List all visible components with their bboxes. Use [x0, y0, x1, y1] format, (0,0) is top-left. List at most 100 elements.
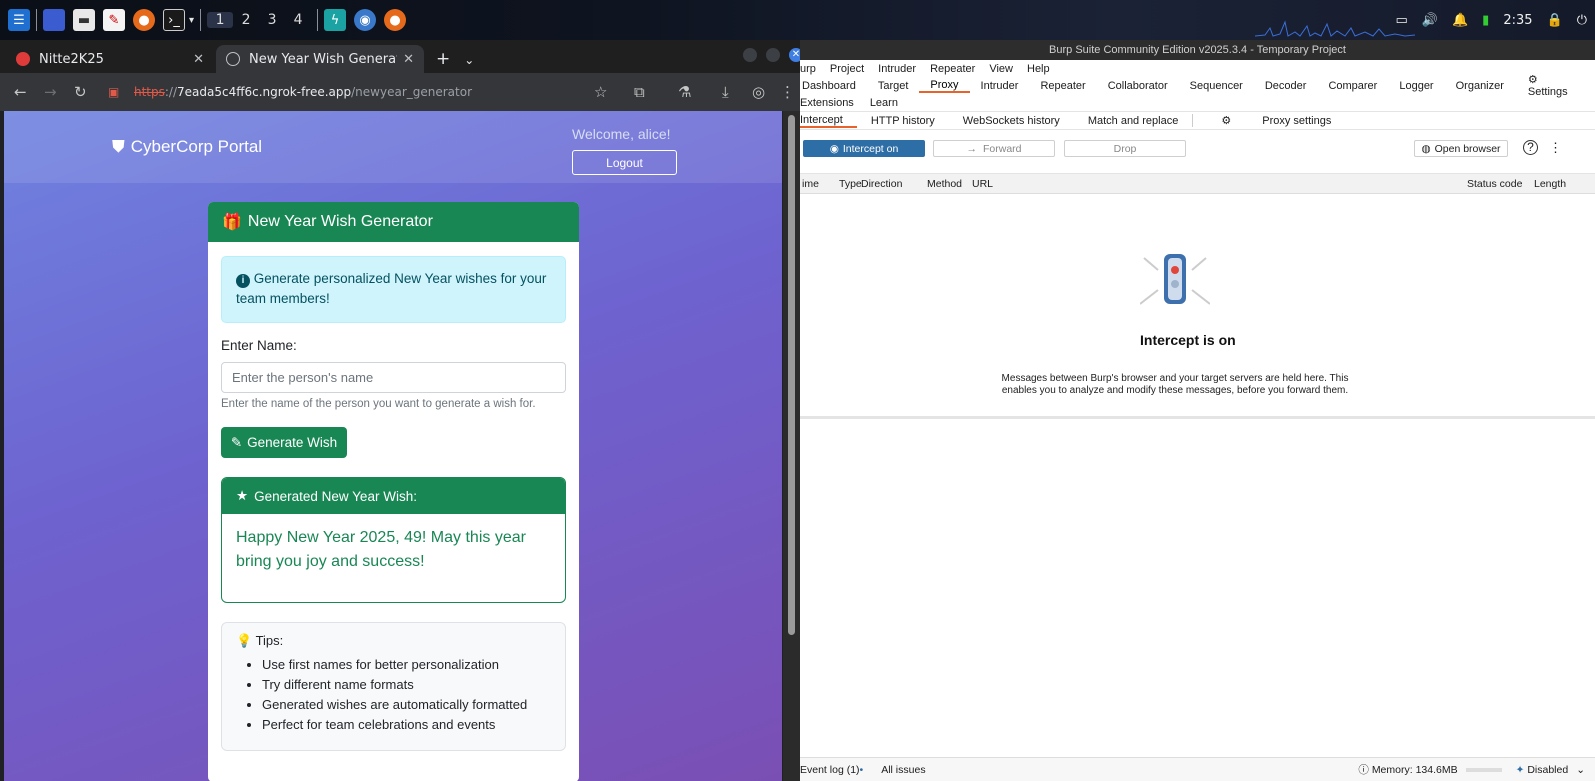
- col-type[interactable]: Type: [839, 178, 862, 190]
- help-icon[interactable]: ?: [1523, 140, 1538, 155]
- name-input[interactable]: [221, 362, 566, 393]
- col-url[interactable]: URL: [972, 178, 993, 190]
- list-item: Generated wishes are automatically forma…: [262, 695, 551, 715]
- forward-icon[interactable]: →: [44, 83, 57, 101]
- menu-burp[interactable]: urp: [800, 63, 816, 75]
- minimize-button[interactable]: [743, 48, 757, 62]
- tab-proxy[interactable]: Proxy: [919, 79, 970, 93]
- reload-icon[interactable]: ↻: [74, 83, 87, 101]
- back-icon[interactable]: ←: [14, 83, 27, 101]
- workspace-3[interactable]: 3: [259, 12, 285, 28]
- burp-app-icon[interactable]: ϟ: [324, 9, 347, 31]
- chevron-down-icon[interactable]: ⌄: [1576, 764, 1585, 776]
- tab-collaborator[interactable]: Collaborator: [1097, 80, 1179, 92]
- logout-button[interactable]: Logout: [572, 150, 677, 175]
- tab-decoder[interactable]: Decoder: [1254, 80, 1318, 92]
- display-icon[interactable]: ▭: [1395, 13, 1407, 28]
- tab-sequencer[interactable]: Sequencer: [1179, 80, 1254, 92]
- tab-intruder[interactable]: Intruder: [970, 80, 1030, 92]
- tab-repeater[interactable]: Repeater: [1029, 80, 1096, 92]
- bell-icon[interactable]: 🔔: [1452, 13, 1468, 28]
- terminal-icon[interactable]: ›_: [163, 9, 185, 31]
- text-editor-icon[interactable]: ✎: [103, 9, 125, 31]
- open-browser-button[interactable]: ◍ Open browser: [1414, 140, 1508, 157]
- battery-icon[interactable]: ▮: [1482, 13, 1489, 28]
- clock[interactable]: 2:35: [1503, 13, 1532, 28]
- tab-newyear-wish[interactable]: New Year Wish Generator ✕: [216, 45, 424, 73]
- address-bar: ← → ↻ ▣ https://7eada5c4ff6c.ngrok-free.…: [0, 73, 800, 111]
- download-icon[interactable]: ⤓: [722, 83, 729, 101]
- workspace-1[interactable]: 1: [207, 12, 234, 28]
- more-options-icon[interactable]: ⋮: [1549, 140, 1562, 156]
- subtab-proxy-settings[interactable]: ⚙ Proxy settings: [1192, 114, 1359, 127]
- tab-nitte2k25[interactable]: Nitte2K25 ✕: [6, 45, 214, 73]
- tab-logger[interactable]: Logger: [1388, 80, 1444, 92]
- subtab-websockets-history[interactable]: WebSockets history: [949, 115, 1074, 127]
- kali-menu-icon[interactable]: ☰: [8, 9, 30, 31]
- drop-button[interactable]: Drop: [1064, 140, 1186, 157]
- chromium-icon[interactable]: ◉: [354, 9, 377, 31]
- menu-repeater[interactable]: Repeater: [930, 63, 975, 75]
- col-length[interactable]: Length: [1534, 178, 1566, 190]
- volume-icon[interactable]: 🔊: [1422, 13, 1438, 28]
- tab-organizer[interactable]: Organizer: [1445, 80, 1515, 92]
- subtab-http-history[interactable]: HTTP history: [857, 115, 949, 127]
- tab-dashboard[interactable]: Dashboard: [800, 80, 867, 92]
- menu-project[interactable]: Project: [830, 63, 864, 75]
- taskbar-separator: [200, 9, 202, 31]
- col-direction[interactable]: Direction: [861, 178, 902, 190]
- tab-extensions[interactable]: Extensions: [800, 97, 854, 109]
- name-label: Enter Name:: [221, 338, 297, 353]
- desktop-icon[interactable]: [43, 9, 65, 31]
- file-manager-icon[interactable]: ▬: [73, 9, 95, 31]
- workspace-2[interactable]: 2: [233, 12, 259, 28]
- tab-search-icon[interactable]: ⌄: [464, 53, 474, 67]
- page-scrollbar[interactable]: [783, 111, 800, 781]
- workspace-4[interactable]: 4: [285, 12, 311, 28]
- new-tab-icon[interactable]: +: [436, 49, 450, 69]
- close-tab-icon[interactable]: ✕: [403, 52, 414, 67]
- brand[interactable]: ⛊ CyberCorp Portal: [112, 137, 262, 157]
- power-icon[interactable]: ⏻: [1577, 13, 1587, 28]
- tab-learn[interactable]: Learn: [870, 97, 898, 109]
- chevron-down-icon[interactable]: ▾: [189, 15, 194, 26]
- event-log-link[interactable]: Event log (1)•: [800, 764, 863, 776]
- ai-status[interactable]: ✦ Disabled: [1516, 764, 1569, 776]
- firefox-icon[interactable]: ●: [133, 9, 155, 31]
- taskbar-separator: [36, 9, 37, 31]
- subtab-intercept[interactable]: Intercept: [800, 114, 857, 128]
- menu-view[interactable]: View: [989, 63, 1013, 75]
- menu-kebab-icon[interactable]: ⋮: [780, 83, 795, 101]
- intercept-toggle-button[interactable]: ◉ Intercept on: [803, 140, 925, 157]
- generate-wish-button[interactable]: ✎ Generate Wish: [221, 427, 347, 458]
- name-help-text: Enter the name of the person you want to…: [221, 398, 536, 410]
- menu-intruder[interactable]: Intruder: [878, 63, 916, 75]
- forward-button[interactable]: → Forward: [933, 140, 1055, 157]
- burp-title-bar: Burp Suite Community Edition v2025.3.4 -…: [800, 40, 1595, 60]
- result-text: Happy New Year 2025, 49! May this year b…: [236, 529, 526, 570]
- col-status-code[interactable]: Status code: [1467, 178, 1522, 190]
- close-tab-icon[interactable]: ✕: [193, 52, 204, 67]
- menu-help[interactable]: Help: [1027, 63, 1050, 75]
- bookmark-star-icon[interactable]: ☆: [594, 83, 607, 101]
- maximize-button[interactable]: [766, 48, 780, 62]
- globe-icon: [226, 52, 240, 66]
- settings-label: Settings: [1527, 86, 1568, 98]
- col-time[interactable]: ime: [802, 178, 819, 190]
- lock-icon[interactable]: 🔒: [1547, 13, 1563, 28]
- not-secure-icon[interactable]: ▣: [108, 85, 119, 99]
- firefox-icon[interactable]: ●: [384, 9, 407, 31]
- extensions-icon[interactable]: ⧉: [634, 83, 645, 101]
- url-field[interactable]: https://7eada5c4ff6c.ngrok-free.app/newy…: [134, 79, 654, 105]
- tab-settings[interactable]: ⚙ Settings: [1515, 73, 1595, 98]
- tab-comparer[interactable]: Comparer: [1317, 80, 1388, 92]
- profile-icon[interactable]: ◎: [752, 83, 765, 101]
- result-title: Generated New Year Wish:: [254, 488, 417, 504]
- tab-target[interactable]: Target: [867, 80, 920, 92]
- scrollbar-thumb[interactable]: [788, 115, 795, 635]
- all-issues-link[interactable]: All issues: [881, 764, 925, 776]
- col-method[interactable]: Method: [927, 178, 962, 190]
- favicon-icon: [16, 52, 30, 66]
- subtab-match-replace[interactable]: Match and replace: [1074, 115, 1193, 127]
- labs-flask-icon[interactable]: ⚗: [678, 83, 691, 101]
